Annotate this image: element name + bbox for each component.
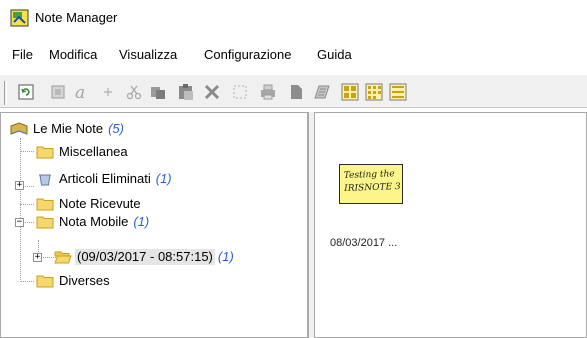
view-small-icons-icon [365, 83, 383, 101]
tree-item-diverses[interactable]: Diverses [36, 272, 112, 290]
tree-line [20, 138, 21, 282]
tree-line [20, 281, 34, 282]
recycle-bin-icon [39, 174, 51, 186]
paste-icon [179, 84, 193, 100]
tree-item-count: (1) [133, 214, 150, 229]
tree-item-label: Articoli Eliminati [59, 171, 151, 186]
tree-item-09-03-2017[interactable]: (09/03/2017 - 08:57:15) (1) [54, 248, 234, 266]
tree-item-miscellanea[interactable]: Miscellanea [36, 143, 130, 161]
tree-item-label: Note Ricevute [59, 196, 141, 211]
print-icon [261, 84, 275, 100]
select-icon [233, 85, 247, 99]
add-icon [104, 88, 112, 96]
view-list-button[interactable] [388, 82, 408, 102]
svg-text:a: a [75, 83, 85, 101]
tree-item-count: (1) [217, 249, 234, 264]
copy-icon [151, 87, 165, 99]
font-button[interactable]: a [73, 82, 93, 102]
tree-item-count: (1) [155, 171, 172, 186]
notebook-icon [10, 122, 28, 135]
tree-line [20, 204, 34, 205]
folder-icon [36, 216, 54, 229]
folder-icon [36, 198, 54, 211]
cut-icon [126, 85, 142, 100]
tree-line [20, 151, 34, 152]
folder-icon [36, 146, 54, 159]
note-thumbnail[interactable]: Testing the IRISNOTE 3 [339, 164, 403, 204]
notes-view-pane[interactable] [314, 112, 587, 338]
expand-toggle[interactable]: + [15, 181, 24, 190]
document-icon [291, 85, 302, 99]
tree-item-label: Miscellanea [59, 144, 128, 159]
refresh-button[interactable] [16, 82, 36, 102]
new-note-button[interactable] [48, 82, 68, 102]
new-note-icon [51, 85, 65, 99]
tree-item-label: Nota Mobile [59, 214, 129, 229]
tree-item-label: Le Mie Note [33, 121, 104, 136]
cut-button[interactable] [124, 82, 144, 102]
folder-icon [36, 275, 54, 288]
title-bar: Note Manager [0, 0, 587, 38]
add-button[interactable] [98, 82, 118, 102]
note-caption[interactable]: 08/03/2017 ... [330, 237, 397, 249]
menu-bar: File Modifica Visualizza Configurazione … [0, 46, 587, 66]
note-handwriting: Testing the IRISNOTE 3 [344, 168, 401, 196]
menu-modifica[interactable]: Modifica [47, 46, 99, 64]
view-small-icons-button[interactable] [364, 82, 384, 102]
tree-item-le-mie-note[interactable]: Le Mie Note (5) [10, 120, 124, 138]
note-properties-button[interactable] [312, 82, 332, 102]
tree-item-count: (5) [108, 121, 124, 136]
app-icon [10, 9, 29, 27]
delete-icon [204, 84, 220, 100]
menu-file[interactable]: File [10, 46, 35, 64]
open-folder-icon [54, 251, 72, 264]
window-title: Note Manager [35, 10, 118, 25]
delete-button[interactable] [202, 82, 222, 102]
menu-configurazione[interactable]: Configurazione [202, 46, 293, 64]
tree-item-note-ricevute[interactable]: Note Ricevute [36, 195, 143, 213]
expand-toggle[interactable]: + [33, 253, 42, 262]
view-large-icons-icon [341, 83, 359, 101]
collapse-toggle[interactable]: − [15, 218, 24, 227]
font-icon: a [75, 83, 85, 101]
toolbar-grip[interactable] [4, 81, 7, 105]
toolbar: a [0, 74, 587, 108]
view-large-icons-button[interactable] [340, 82, 360, 102]
refresh-icon [18, 84, 34, 100]
tree-item-label: (09/03/2017 - 08:57:15) [75, 249, 215, 265]
tree-item-articoli-eliminati[interactable]: Articoli Eliminati (1) [36, 170, 172, 188]
note-handwriting-line: IRISNOTE 3 [344, 182, 401, 194]
select-button[interactable] [230, 82, 250, 102]
menu-visualizza[interactable]: Visualizza [117, 46, 179, 64]
note-properties-icon [314, 85, 330, 99]
print-button[interactable] [258, 82, 278, 102]
tree-item-nota-mobile[interactable]: Nota Mobile (1) [36, 213, 149, 231]
menu-guida[interactable]: Guida [315, 46, 354, 64]
paste-button[interactable] [176, 82, 196, 102]
copy-button[interactable] [148, 82, 168, 102]
document-button[interactable] [286, 82, 306, 102]
view-list-icon [389, 83, 407, 101]
tree-item-label: Diverses [59, 273, 110, 288]
